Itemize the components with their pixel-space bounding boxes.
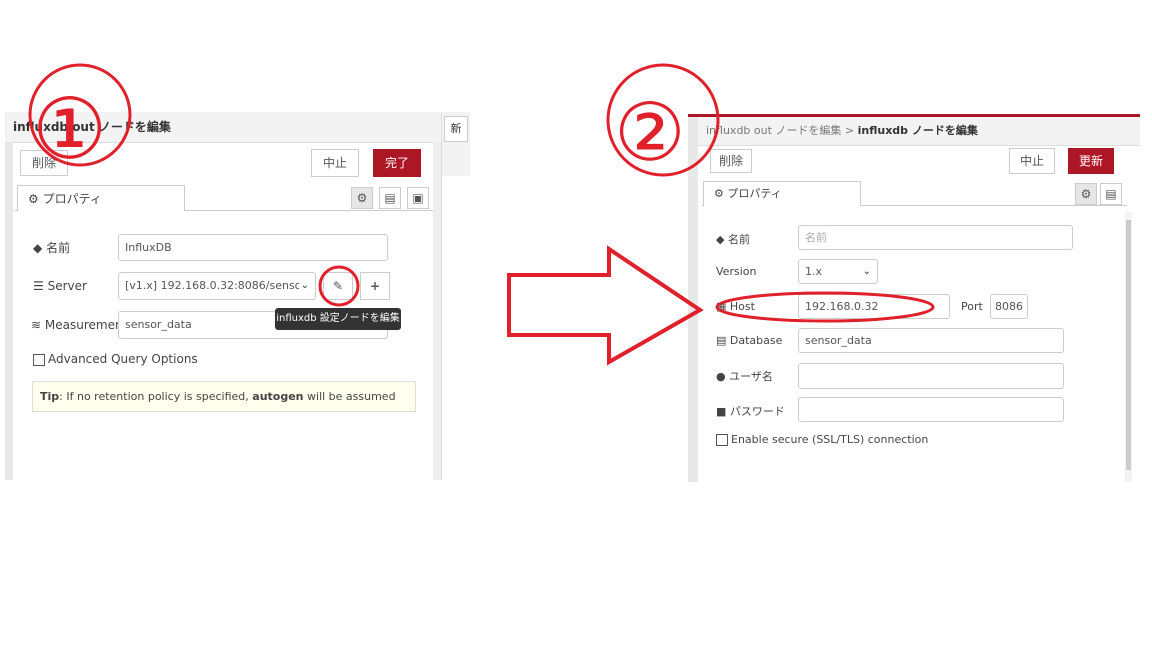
edit-button-highlight-circle [318,265,360,307]
annotation-layer: ① ② [28,63,935,366]
step2-number: ② [614,86,686,179]
host-highlight-ellipse [715,291,935,323]
right-arrow-shape [507,245,704,366]
step1-number: ① [32,80,107,178]
